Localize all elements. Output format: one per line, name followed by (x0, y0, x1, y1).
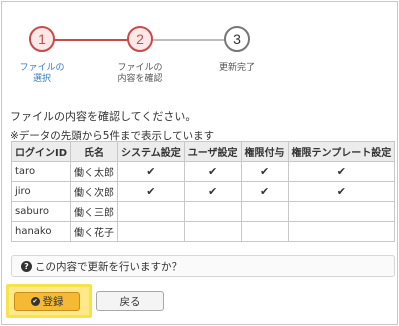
check-cell (240, 201, 289, 222)
check-icon: ✔ (287, 181, 395, 202)
import-panel: 1 2 3 ファイルの 選択 ファイルの 内容を確認 更新完了 ファイルの内容を… (1, 1, 398, 325)
check-cell (287, 201, 395, 222)
check-icon: ✔ (240, 161, 289, 182)
check-icon: ✔ (117, 161, 185, 182)
step-3-label: 更新完了 (218, 62, 255, 72)
question-circle-icon: ? (21, 260, 32, 272)
table-row: saburo 働く三郎 (11, 201, 395, 222)
header-user-settings: ユーザ設定 (183, 141, 242, 162)
preview-table: ログインID 氏名 システム設定 ユーザ設定 権限付与 権限テンプレート設定 D… (11, 141, 395, 242)
step-connector-1 (42, 39, 140, 41)
cell-login-id: hanako (11, 221, 72, 242)
check-icon: ✔ (183, 161, 242, 182)
check-cell (183, 221, 242, 242)
cell-login-id: jiro (11, 181, 72, 202)
check-icon: ✔ (240, 181, 289, 202)
confirm-question-box: ? この内容で更新を行いますか？ (11, 255, 395, 277)
table-header-row: ログインID 氏名 システム設定 ユーザ設定 権限付与 権限テンプレート設定 D (11, 141, 395, 162)
confirm-question-text: この内容で更新を行いますか？ (35, 260, 182, 273)
check-circle-icon: ✔ (30, 297, 40, 306)
step-3-circle: 3 (224, 26, 250, 52)
header-permission-template: 権限テンプレート設定 (287, 141, 395, 162)
check-icon: ✔ (183, 181, 242, 202)
cell-name: 働く三郎 (70, 201, 119, 222)
step-1-label[interactable]: ファイルの 選択 (7, 62, 77, 84)
step-2-circle: 2 (127, 26, 153, 52)
progress-steps: 1 2 3 ファイルの 選択 ファイルの 内容を確認 更新完了 (2, 2, 262, 92)
table-row: hanako 働く花子 (11, 221, 395, 242)
check-icon: ✔ (287, 161, 395, 182)
cell-login-id: saburo (11, 201, 72, 222)
step-2-label: ファイルの 内容を確認 (117, 62, 163, 83)
cell-name: 働く太郎 (70, 161, 119, 182)
step-1-circle: 1 (29, 26, 55, 52)
header-name: 氏名 (70, 141, 119, 162)
preview-table-container[interactable]: ログインID 氏名 システム設定 ユーザ設定 権限付与 権限テンプレート設定 D… (11, 141, 395, 243)
cell-name: 働く次郎 (70, 181, 119, 202)
check-cell (240, 221, 289, 242)
cell-name: 働く花子 (70, 221, 119, 242)
header-system-settings: システム設定 (117, 141, 185, 162)
check-cell (117, 221, 185, 242)
register-button-label: 登録 (42, 296, 64, 308)
cell-login-id: taro (11, 161, 72, 182)
confirm-instruction: ファイルの内容を確認してください。 (10, 110, 197, 123)
check-cell (183, 201, 242, 222)
back-button-label: 戻る (119, 295, 141, 308)
back-button[interactable]: 戻る (96, 291, 164, 311)
check-cell (287, 221, 395, 242)
check-icon: ✔ (117, 181, 185, 202)
check-cell (117, 201, 185, 222)
header-login-id: ログインID (11, 141, 72, 162)
table-row: taro 働く太郎 ✔ ✔ ✔ ✔ (11, 161, 395, 182)
register-button[interactable]: ✔ 登録 (14, 292, 80, 311)
header-grant-permissions: 権限付与 (240, 141, 289, 162)
table-row: jiro 働く次郎 ✔ ✔ ✔ ✔ (11, 181, 395, 202)
